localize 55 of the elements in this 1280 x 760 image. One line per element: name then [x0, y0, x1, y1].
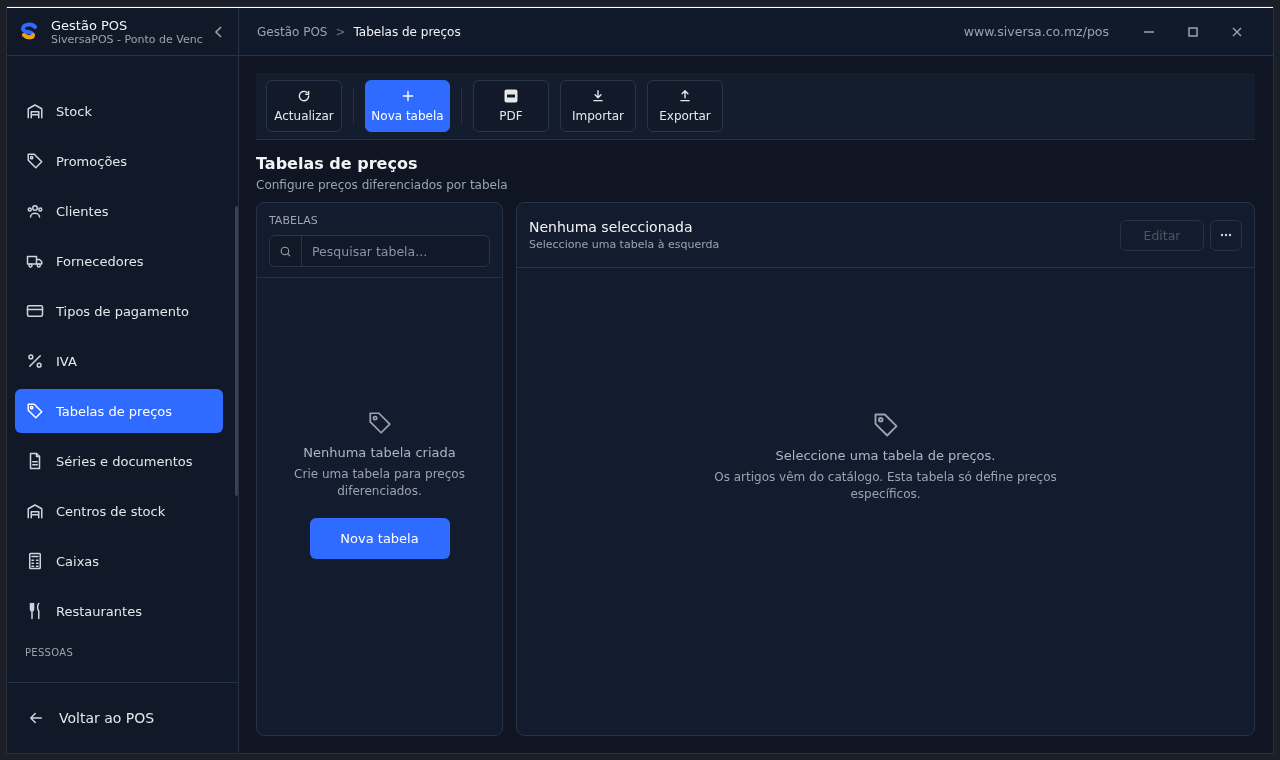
people-icon: [26, 202, 44, 220]
back-link[interactable]: Voltar ao POS: [59, 710, 155, 726]
scrollbar[interactable]: [235, 206, 238, 496]
breadcrumb-separator: >: [335, 24, 346, 39]
maximize-icon[interactable]: [1188, 26, 1198, 37]
warehouse-icon: [26, 102, 44, 120]
sidebar-item[interactable]: IVA: [15, 339, 223, 383]
warehouse-icon: [26, 502, 44, 520]
search-field[interactable]: Pesquisar tabela...: [269, 235, 490, 267]
sidebar-item[interactable]: Restaurantes: [15, 589, 223, 633]
empty-title: Nenhuma tabela criada: [303, 444, 456, 460]
card-icon: [26, 302, 44, 320]
page-title: Tabelas de preços: [256, 154, 419, 173]
chevron-left-icon[interactable]: [214, 25, 224, 38]
breadcrumb-current: Tabelas de preços: [353, 24, 461, 39]
app-title: Gestão POS: [51, 17, 129, 33]
sidebar-item[interactable]: Stock: [15, 89, 223, 133]
sidebar-item[interactable]: Promoções: [15, 139, 223, 183]
sidebar-item[interactable]: Tipos de pagamento: [15, 289, 223, 333]
toolbar-button[interactable]: Actualizar: [266, 80, 342, 132]
sidebar-item[interactable]: Fornecedores: [15, 239, 223, 283]
sidebar-item[interactable]: Caixas: [15, 539, 223, 583]
upload-icon: [678, 89, 692, 103]
sidebar-item[interactable]: Centros de stock: [15, 489, 223, 533]
empty-text: Os artigos vêm do catálogo. Esta tabela só define preços específicos.: [713, 468, 1058, 503]
panel-title: Nenhuma seleccionada: [529, 219, 694, 235]
url-text: www.siversa.co.mz/pos: [963, 24, 1109, 39]
empty-title: Seleccione uma tabela de preços.: [775, 447, 996, 463]
sidebar-item[interactable]: Tabelas de preços: [15, 389, 223, 433]
section-label: PESSOAS: [24, 646, 75, 658]
panel-subtitle: Seleccione uma tabela à esquerda: [529, 238, 720, 251]
app-subtitle: SiversaPOS - Ponto de Venc: [51, 32, 202, 46]
page-subtitle: Configure preços diferenciados por tabela: [256, 178, 509, 192]
toolbar-button[interactable]: Exportar: [647, 80, 723, 132]
sidebar-item[interactable]: Clientes: [15, 189, 223, 233]
toolbar-button[interactable]: PDF: [473, 80, 549, 132]
tag-icon: [26, 152, 44, 170]
plus-icon: [400, 89, 415, 103]
close-icon[interactable]: [1232, 26, 1242, 37]
sidebar-item[interactable]: Séries e documentos: [15, 439, 223, 483]
calculator-icon: [26, 552, 44, 570]
breadcrumb-link[interactable]: Gestão POS: [257, 24, 328, 39]
panel-heading: TABELAS: [269, 214, 319, 227]
empty-text: Crie uma tabela para preços diferenciados.: [293, 465, 466, 500]
logo-icon: [19, 21, 39, 42]
refresh-icon: [297, 89, 311, 103]
toolbar-button[interactable]: Importar: [560, 80, 636, 132]
pdf-icon: [504, 89, 518, 103]
toolbar-button[interactable]: Nova tabela: [365, 80, 450, 132]
tag-icon: [366, 409, 393, 436]
percent-icon: [26, 352, 44, 370]
download-icon: [591, 89, 605, 103]
new-table-button[interactable]: Nova tabela: [309, 517, 450, 559]
more-icon: [1220, 233, 1232, 237]
tag-icon: [26, 402, 44, 420]
